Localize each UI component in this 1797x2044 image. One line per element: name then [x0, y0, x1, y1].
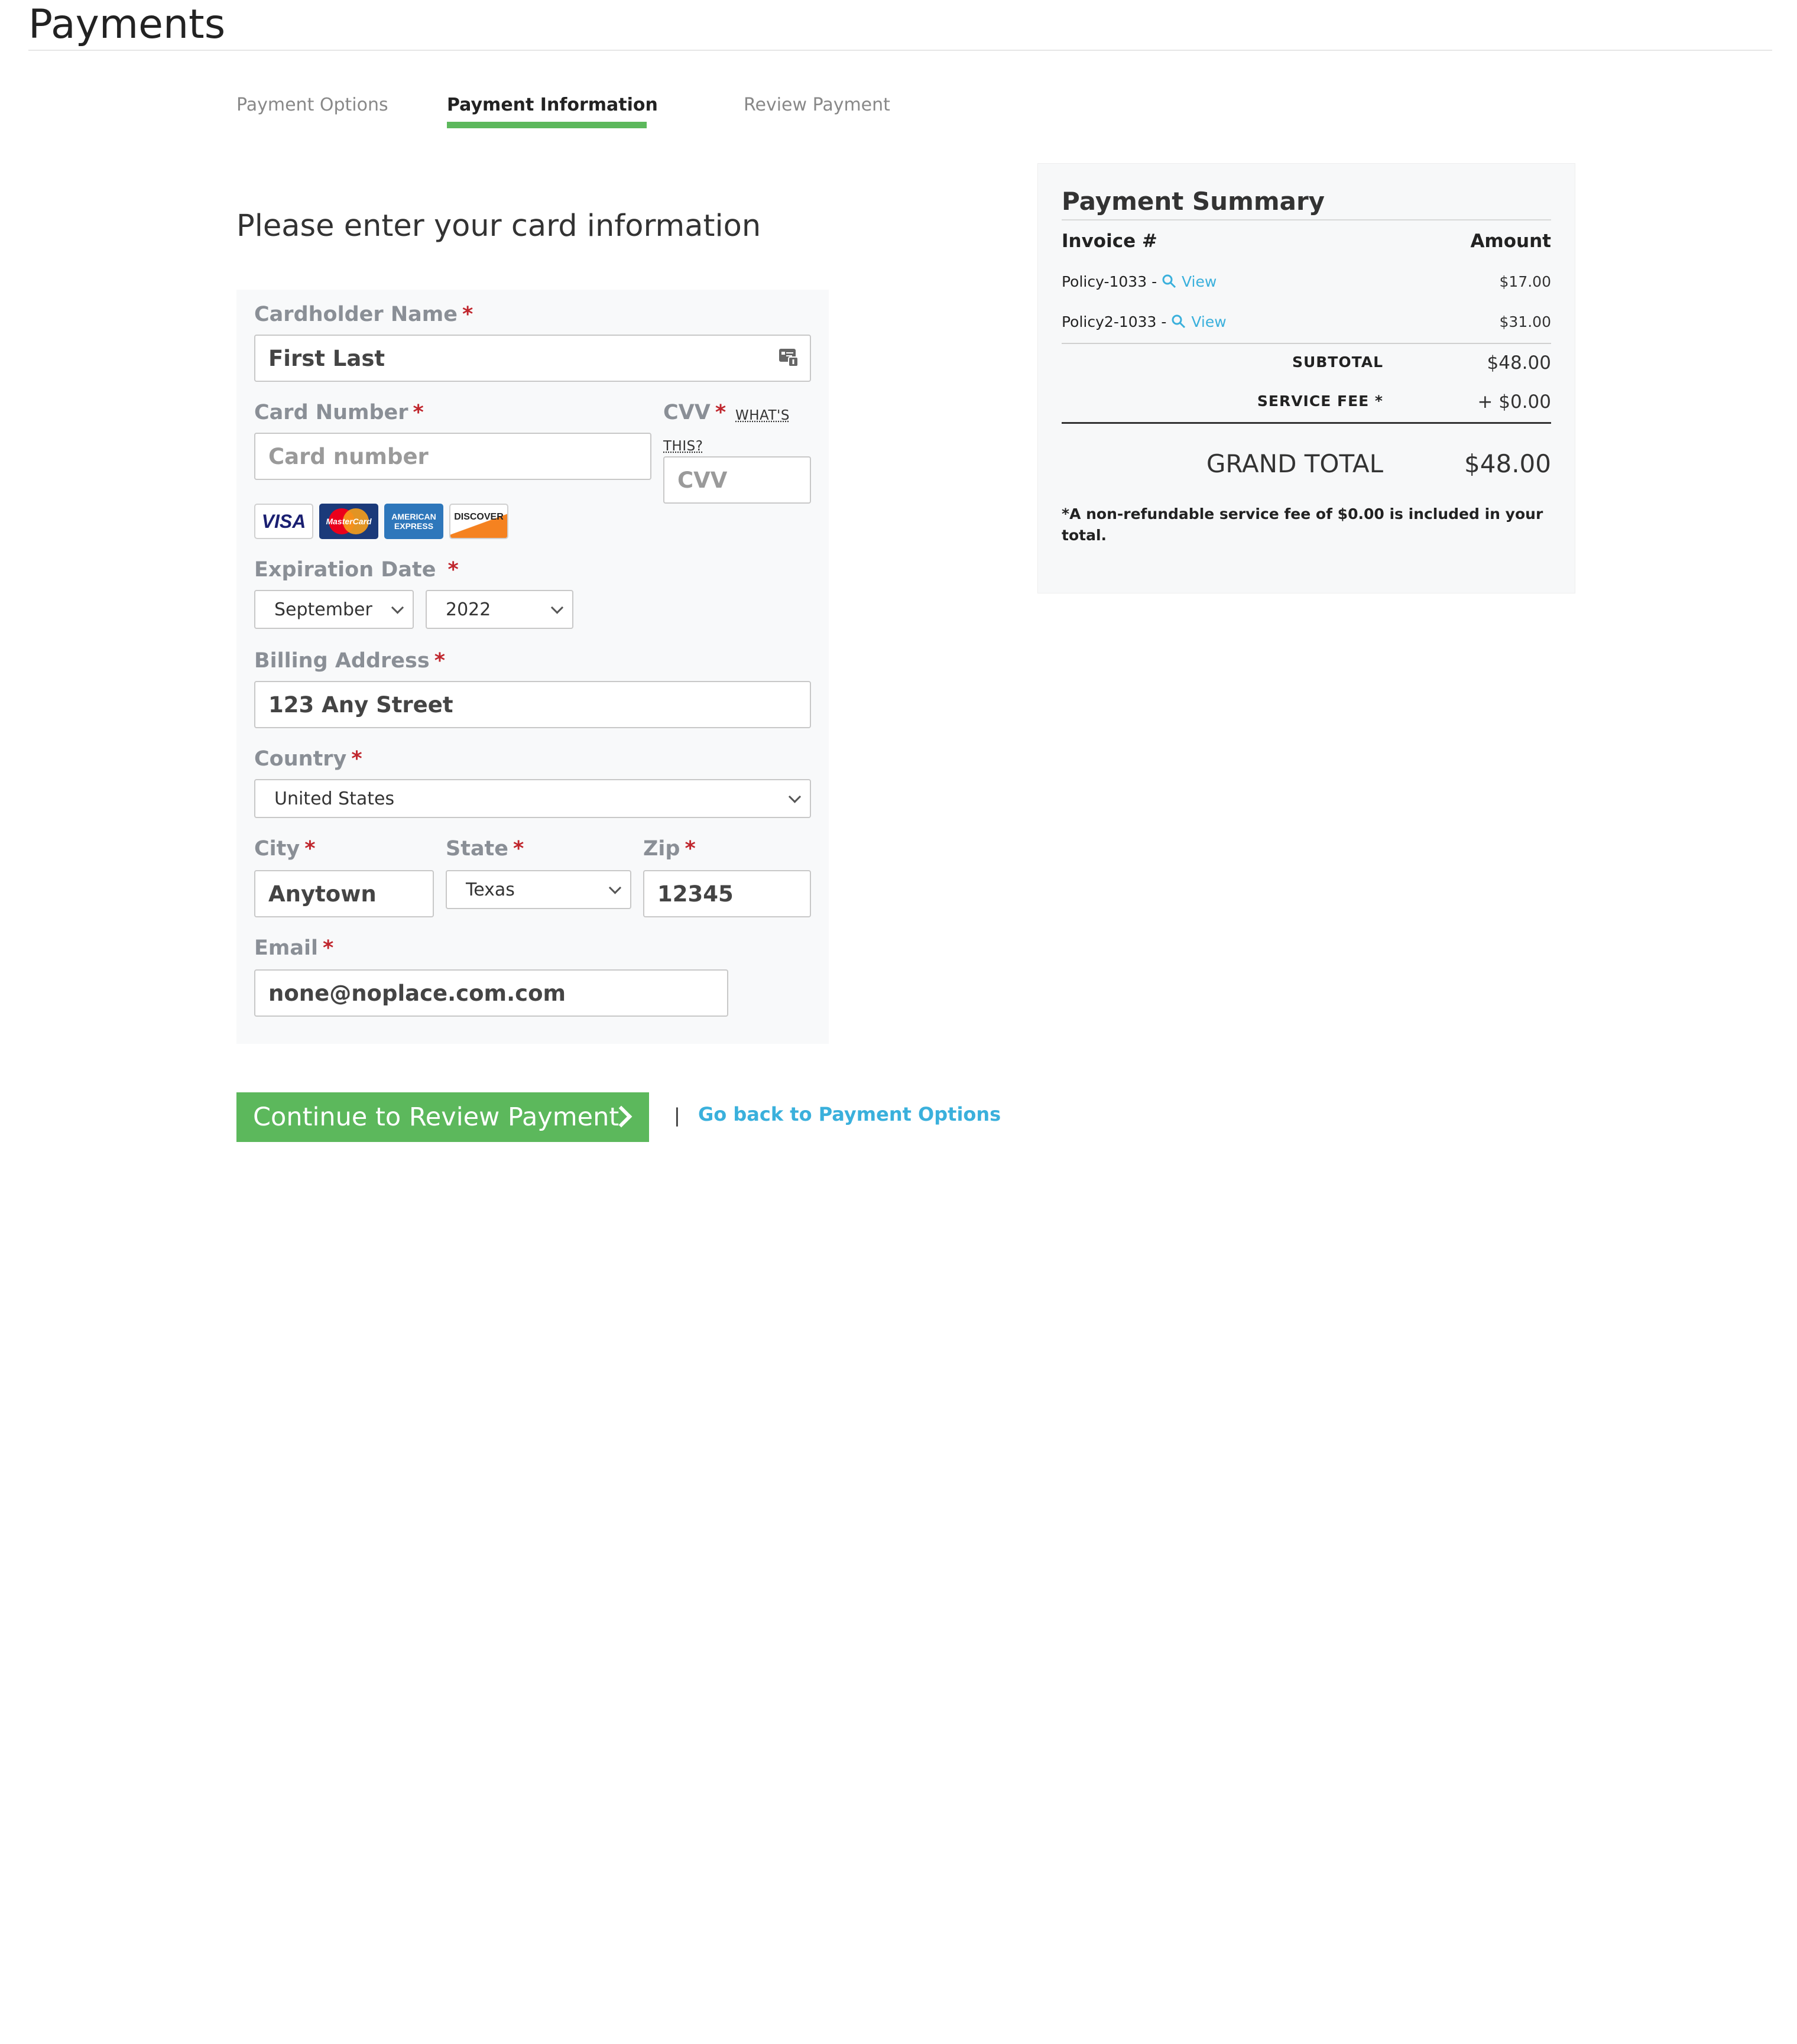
cvv-input[interactable]: [663, 456, 811, 504]
title-divider: [28, 50, 1772, 51]
discover-logo-text: DISCOVER: [454, 512, 504, 522]
mastercard-logo-text: MasterCard: [326, 517, 371, 526]
cvv-whats-this-link-line2[interactable]: THIS?: [663, 437, 703, 455]
view-link-label: View: [1191, 313, 1227, 330]
required-mark: *: [351, 747, 362, 771]
amex-logo-text: AMERICAN EXPRESS: [391, 512, 436, 531]
expiration-month-value: September: [274, 599, 372, 620]
visa-logo: VISA: [254, 504, 313, 539]
view-invoice-link[interactable]: View: [1171, 313, 1227, 330]
amex-logo: AMERICAN EXPRESS: [384, 504, 443, 539]
service-fee-note: *A non-refundable service fee of $0.00 i…: [1062, 505, 1543, 544]
view-link-label: View: [1182, 273, 1217, 290]
discover-logo: DISCOVER: [449, 504, 508, 539]
subtotal-label: SUBTOTAL: [1292, 353, 1383, 371]
summary-divider: [1062, 219, 1551, 220]
total-divider: [1062, 422, 1551, 424]
state-value: Texas: [466, 879, 515, 900]
cardholder-name-label: Cardholder Name *: [254, 301, 473, 327]
step-payment-options[interactable]: Payment Options: [236, 93, 388, 117]
cvv-label-text: CVV: [663, 401, 711, 424]
billing-address-input[interactable]: [254, 681, 811, 728]
active-step-indicator: [447, 122, 647, 128]
invoice-id: Policy2-1033 -: [1062, 313, 1167, 330]
subtotal-value: $48.00: [1487, 352, 1551, 374]
country-value: United States: [274, 788, 395, 809]
payments-page: Payments Payment Options Payment Informa…: [0, 0, 1797, 2044]
card-number-input[interactable]: [254, 433, 651, 480]
search-icon: [1162, 274, 1176, 288]
card-number-label-text: Card Number: [254, 401, 408, 424]
grand-total-value: $48.00: [1464, 449, 1551, 478]
required-mark: *: [462, 303, 473, 326]
required-mark: *: [434, 649, 445, 673]
search-icon: [1172, 314, 1186, 329]
amount-column-header: Amount: [1470, 231, 1551, 252]
expiration-year-value: 2022: [446, 599, 491, 620]
city-label-text: City: [254, 837, 300, 861]
cardholder-name-label-text: Cardholder Name: [254, 303, 458, 326]
expiration-year-select[interactable]: 2022: [426, 590, 573, 629]
chevron-down-icon: [550, 601, 564, 614]
visa-logo-text: VISA: [261, 510, 306, 532]
billing-address-label: Billing Address *: [254, 648, 445, 674]
country-select[interactable]: United States: [254, 779, 811, 818]
form-heading: Please enter your card information: [236, 209, 761, 244]
invoice-id: Policy-1033 -: [1062, 273, 1157, 290]
step-payment-information[interactable]: Payment Information: [447, 93, 658, 117]
email-input[interactable]: [254, 969, 728, 1017]
state-select[interactable]: Texas: [446, 870, 631, 909]
mastercard-logo: MasterCard: [319, 504, 378, 539]
action-separator: |: [674, 1104, 680, 1127]
back-to-payment-options-link[interactable]: Go back to Payment Options: [698, 1103, 1001, 1125]
required-mark: *: [413, 401, 424, 424]
chevron-down-icon: [608, 881, 622, 894]
continue-button-label: Continue to Review Payment: [253, 1102, 619, 1132]
invoice-column-header: Invoice #: [1062, 231, 1157, 252]
view-invoice-link[interactable]: View: [1162, 273, 1217, 290]
required-mark: *: [715, 401, 726, 424]
email-label: Email *: [254, 935, 333, 961]
continue-to-review-button[interactable]: Continue to Review Payment: [236, 1092, 649, 1142]
expiration-month-select[interactable]: September: [254, 590, 414, 629]
cardholder-name-input[interactable]: [254, 335, 811, 382]
chevron-down-icon: [788, 790, 802, 803]
card-number-label: Card Number *: [254, 400, 424, 426]
service-fee-label: SERVICE FEE *: [1257, 392, 1383, 410]
required-mark: *: [513, 837, 524, 861]
required-mark: *: [685, 837, 696, 861]
invoice-amount: $31.00: [1499, 313, 1551, 330]
mastercard-circles: MasterCard: [326, 508, 372, 534]
invoice-row: Policy2-1033 - View: [1062, 312, 1227, 332]
chevron-down-icon: [391, 601, 404, 614]
page-title: Payments: [28, 1, 226, 48]
cvv-whats-this-link[interactable]: WHAT'S: [735, 407, 790, 424]
required-mark: *: [447, 558, 459, 582]
email-label-text: Email: [254, 936, 318, 960]
country-label-text: Country: [254, 747, 347, 771]
invoice-amount: $17.00: [1499, 273, 1551, 290]
country-label: Country *: [254, 746, 362, 772]
zip-label: Zip *: [643, 836, 696, 862]
state-label: State *: [446, 836, 524, 862]
step-review-payment[interactable]: Review Payment: [744, 93, 890, 117]
required-mark: *: [304, 837, 316, 861]
payment-summary-title: Payment Summary: [1062, 187, 1325, 216]
zip-label-text: Zip: [643, 837, 680, 861]
expiration-date-label-text: Expiration Date: [254, 558, 436, 582]
billing-address-label-text: Billing Address: [254, 649, 430, 673]
service-fee-value: + $0.00: [1477, 391, 1551, 413]
city-input[interactable]: [254, 870, 434, 917]
state-label-text: State: [446, 837, 509, 861]
summary-divider: [1062, 343, 1551, 344]
invoice-row: Policy-1033 - View: [1062, 272, 1217, 292]
zip-input[interactable]: [643, 870, 811, 917]
contact-card-icon: [778, 346, 799, 368]
cvv-label: CVV *: [663, 400, 726, 426]
expiration-date-label: Expiration Date *: [254, 557, 459, 583]
city-label: City *: [254, 836, 316, 862]
grand-total-label: GRAND TOTAL: [1206, 449, 1383, 478]
required-mark: *: [323, 936, 334, 960]
